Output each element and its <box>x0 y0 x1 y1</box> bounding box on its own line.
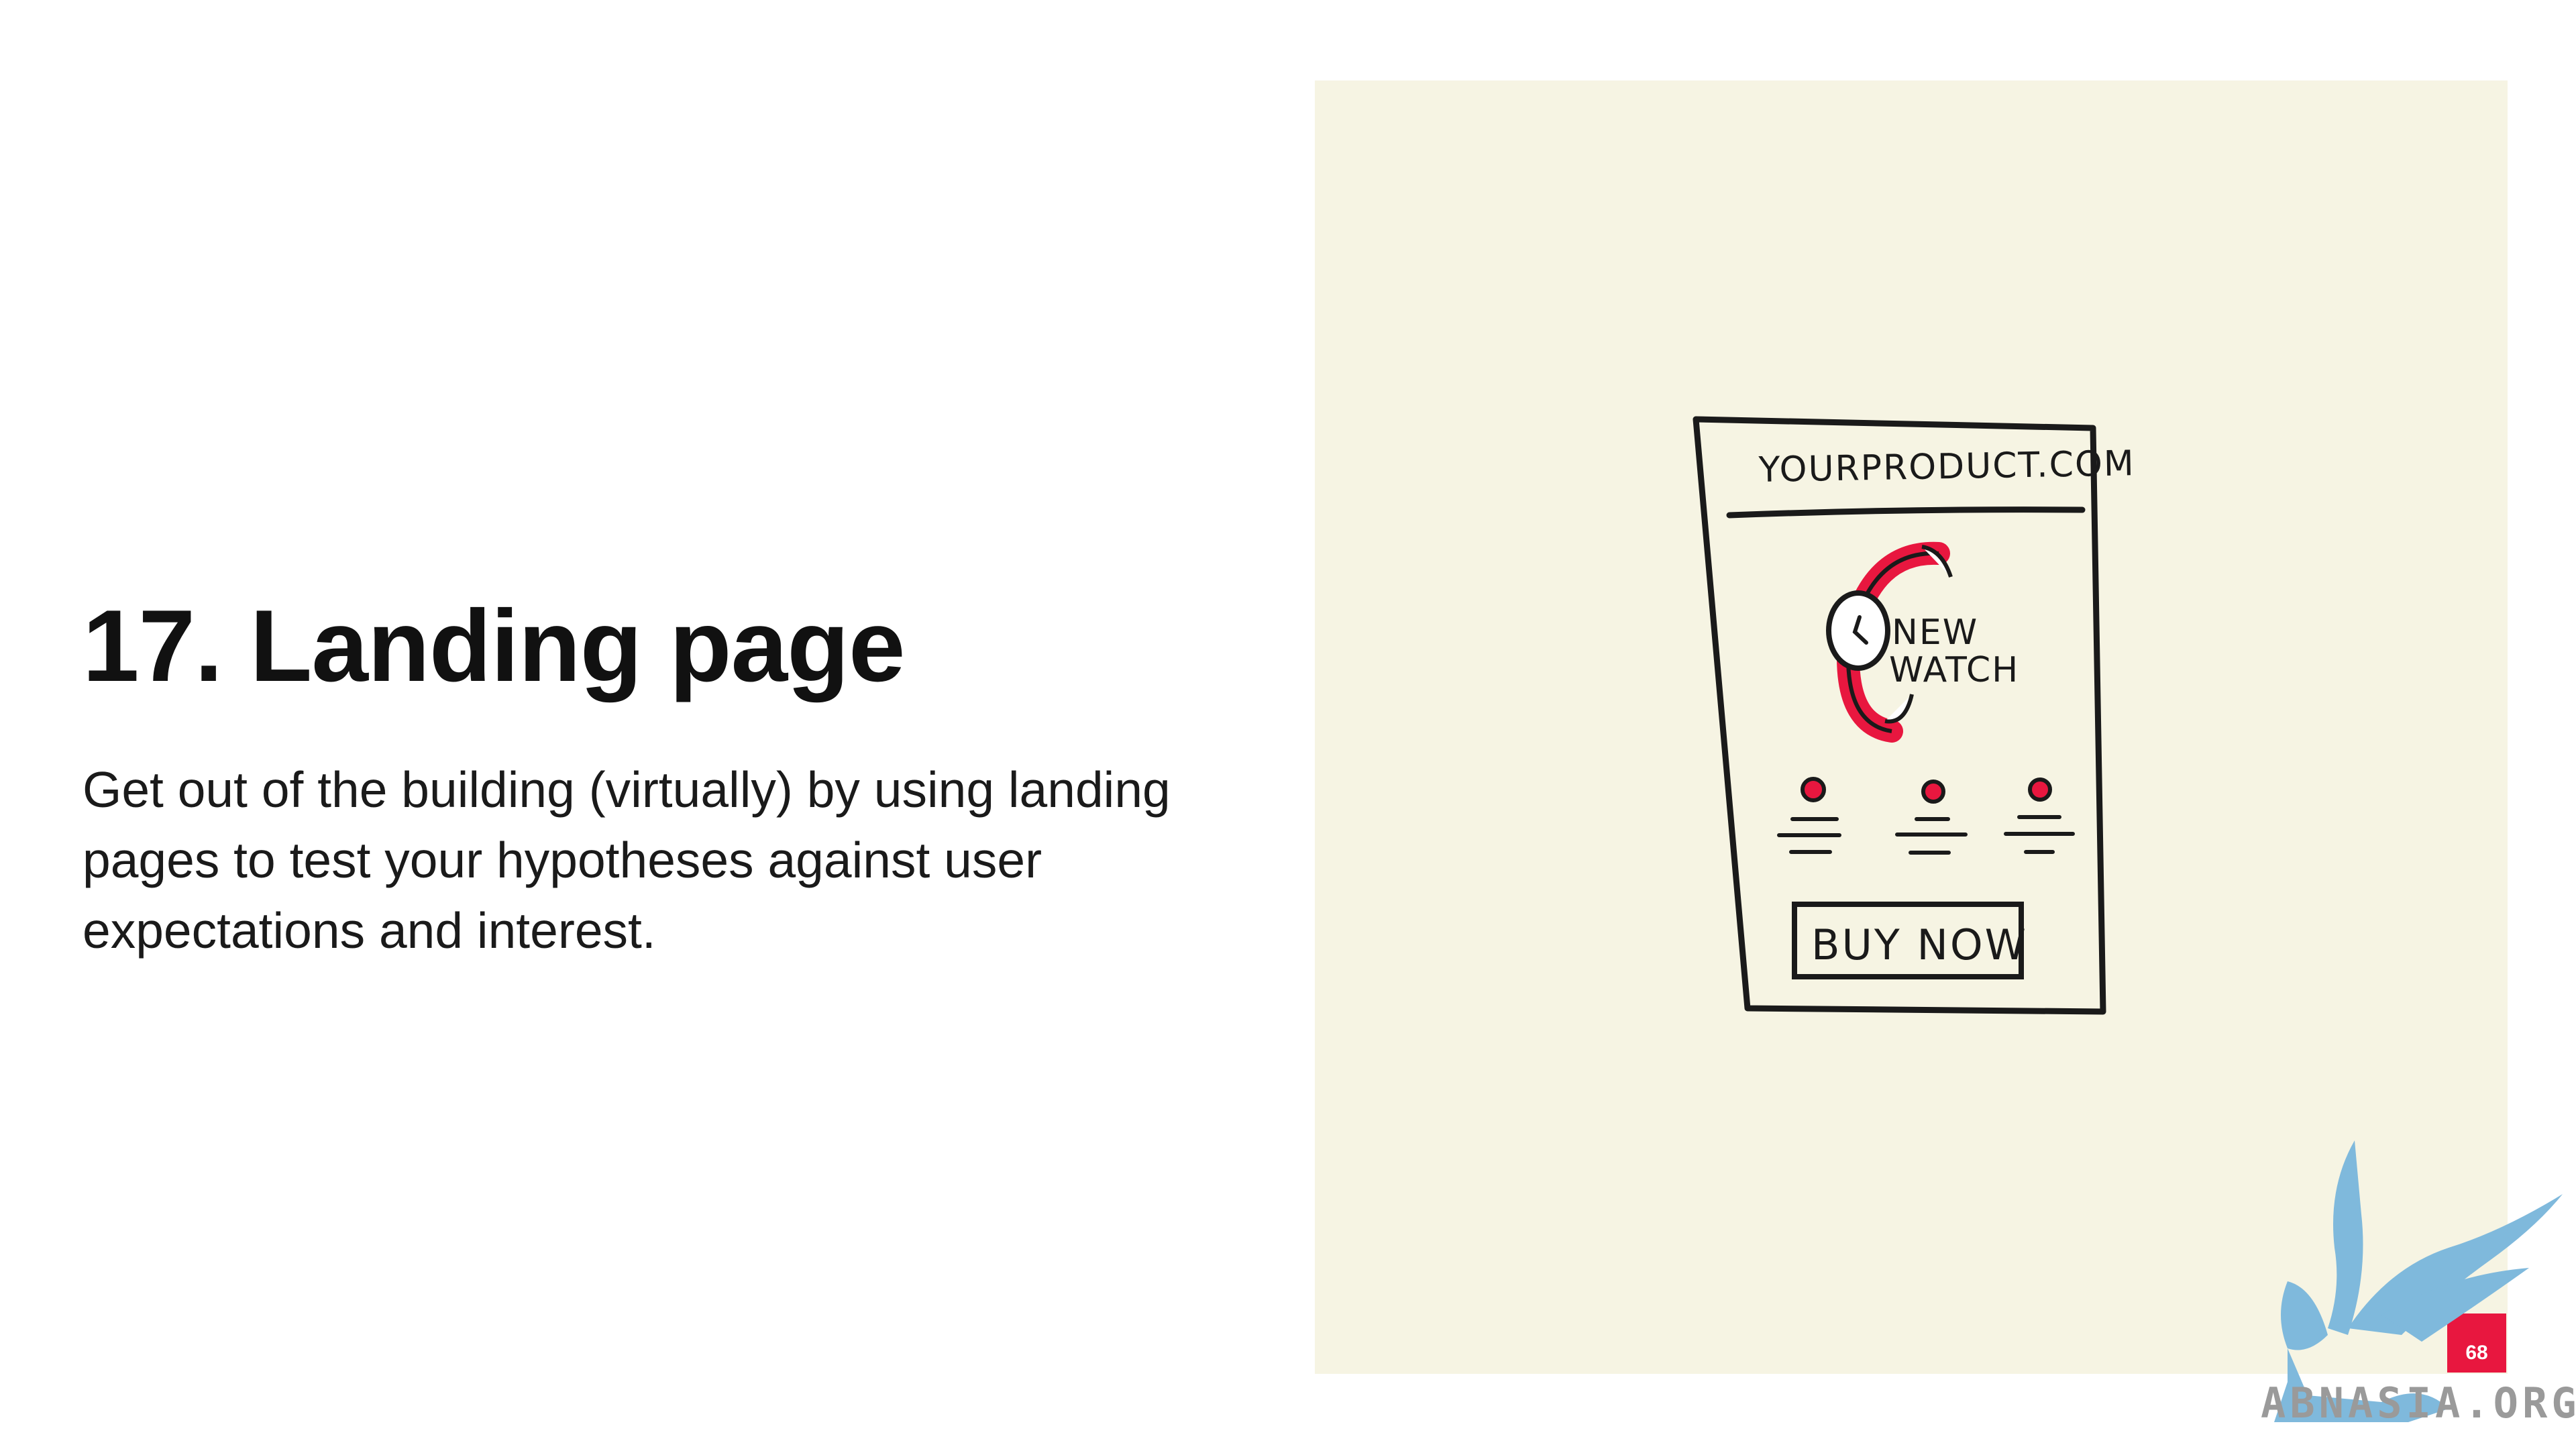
product-name-line1: NEW <box>1892 612 1978 653</box>
watermark-text: ABNASIA.ORG <box>2261 1379 2576 1428</box>
url-text: YOURPRODUCT.COM <box>1758 443 2135 490</box>
feature-bullet <box>1777 777 1841 854</box>
body-line: Get out of the building (virtually) by u… <box>83 761 1171 818</box>
product-name-line2: WATCH <box>1889 650 2019 690</box>
body-line: pages to test your hypotheses against us… <box>83 832 1042 888</box>
feature-bullet <box>2004 777 2075 854</box>
slide-body-text: Get out of the building (virtually) by u… <box>83 755 1277 966</box>
feature-bullet <box>1895 780 1968 855</box>
header-divider <box>1726 506 2086 519</box>
slide-title: 17. Landing page <box>83 589 906 703</box>
buy-now-label: BUY NOW <box>1811 920 2028 969</box>
body-line: expectations and interest. <box>83 902 656 959</box>
